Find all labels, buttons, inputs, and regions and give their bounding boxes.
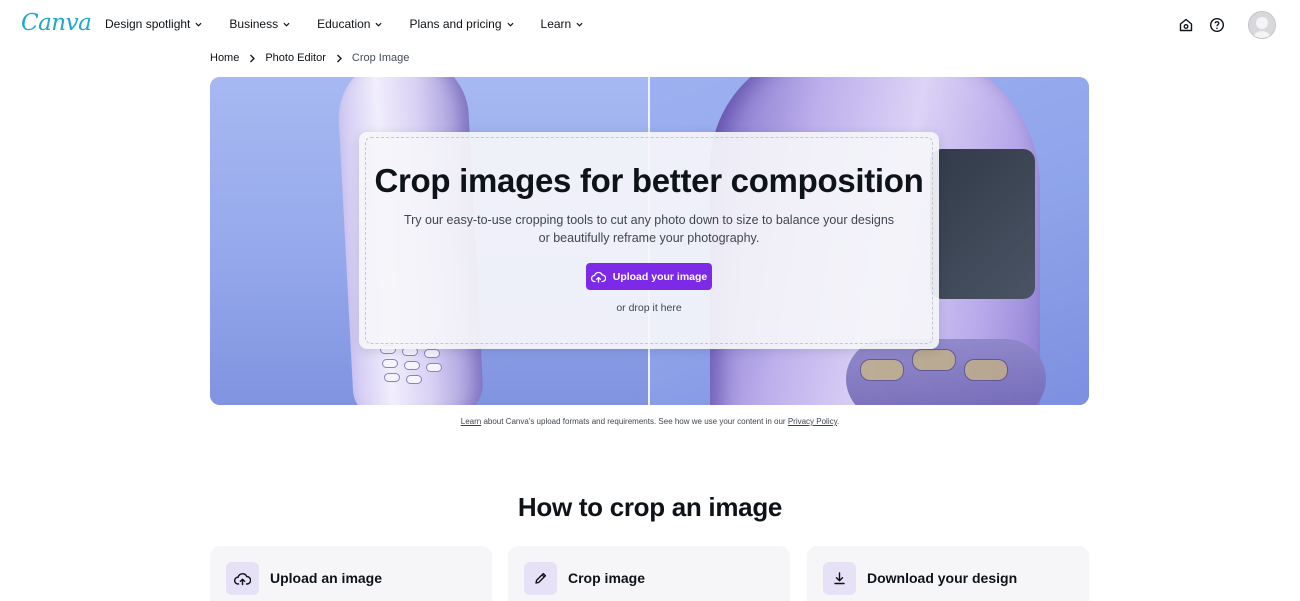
how-to-title: How to crop an image bbox=[517, 492, 783, 522]
step-card-download: Download your design bbox=[807, 546, 1089, 601]
upload-image-button[interactable]: Upload your image bbox=[586, 263, 712, 290]
upload-button-label: Upload your image bbox=[612, 270, 708, 283]
step-card-crop: Crop image bbox=[508, 546, 790, 601]
breadcrumb: Home Photo Editor Crop Image bbox=[210, 52, 409, 64]
help-icon[interactable] bbox=[1208, 16, 1226, 34]
menu-item-plans-and-pricing[interactable]: Plans and pricing bbox=[409, 17, 514, 31]
chevron-down-icon bbox=[507, 22, 514, 27]
step-label: Crop image bbox=[568, 570, 646, 586]
footnote-text: about Canva's upload formats and require… bbox=[481, 417, 788, 426]
chevron-right-icon bbox=[336, 54, 343, 63]
upload-dropzone[interactable]: Crop images for better composition Try o… bbox=[359, 132, 939, 349]
main-menu: Design spotlight Business Education Plan… bbox=[105, 17, 583, 31]
cloud-upload-icon bbox=[226, 562, 259, 595]
upload-footnote: Learn about Canva's upload formats and r… bbox=[0, 417, 1300, 426]
menu-item-label: Education bbox=[317, 17, 371, 31]
menu-item-education[interactable]: Education bbox=[317, 17, 382, 31]
page-title: Crop images for better composition bbox=[374, 162, 924, 199]
drop-hint: or drop it here bbox=[616, 302, 682, 314]
phone-screen bbox=[930, 149, 1035, 299]
step-card-upload: Upload an image bbox=[210, 546, 492, 601]
hero-subtitle: Try our easy-to-use cropping tools to cu… bbox=[403, 213, 895, 245]
avatar[interactable] bbox=[1248, 11, 1276, 39]
chevron-down-icon bbox=[576, 22, 583, 27]
step-label: Download your design bbox=[867, 570, 1018, 586]
breadcrumb-home[interactable]: Home bbox=[210, 52, 239, 64]
learn-link[interactable]: Learn bbox=[461, 417, 481, 426]
chevron-down-icon bbox=[375, 22, 382, 27]
top-navigation: Canva Design spotlight Business Educatio… bbox=[0, 0, 1300, 50]
home-icon[interactable] bbox=[1177, 16, 1195, 34]
menu-item-label: Learn bbox=[540, 17, 572, 31]
menu-item-design-spotlight[interactable]: Design spotlight bbox=[105, 17, 202, 31]
menu-item-label: Design spotlight bbox=[105, 17, 191, 31]
footnote-text-end: . bbox=[837, 417, 840, 426]
breadcrumb-photo-editor[interactable]: Photo Editor bbox=[265, 52, 326, 64]
nav-actions bbox=[1177, 11, 1276, 39]
menu-item-learn[interactable]: Learn bbox=[541, 17, 584, 31]
menu-item-business[interactable]: Business bbox=[229, 17, 290, 31]
phone-keypad bbox=[380, 345, 470, 395]
download-icon bbox=[823, 562, 856, 595]
chevron-down-icon bbox=[283, 22, 290, 27]
privacy-policy-link[interactable]: Privacy Policy bbox=[788, 417, 837, 426]
canva-logo[interactable]: Canva bbox=[21, 10, 92, 36]
chevron-down-icon bbox=[195, 22, 202, 27]
how-to-steps: Upload an image Crop image Download your… bbox=[210, 546, 1089, 601]
chevron-right-icon bbox=[249, 54, 256, 63]
hero-banner: Crop images for better composition Try o… bbox=[210, 77, 1089, 405]
step-label: Upload an image bbox=[270, 570, 383, 586]
cloud-upload-icon bbox=[590, 271, 606, 283]
menu-item-label: Plans and pricing bbox=[409, 17, 502, 31]
pencil-icon bbox=[524, 562, 557, 595]
breadcrumb-crop-image: Crop Image bbox=[351, 52, 410, 64]
menu-item-label: Business bbox=[229, 17, 279, 31]
